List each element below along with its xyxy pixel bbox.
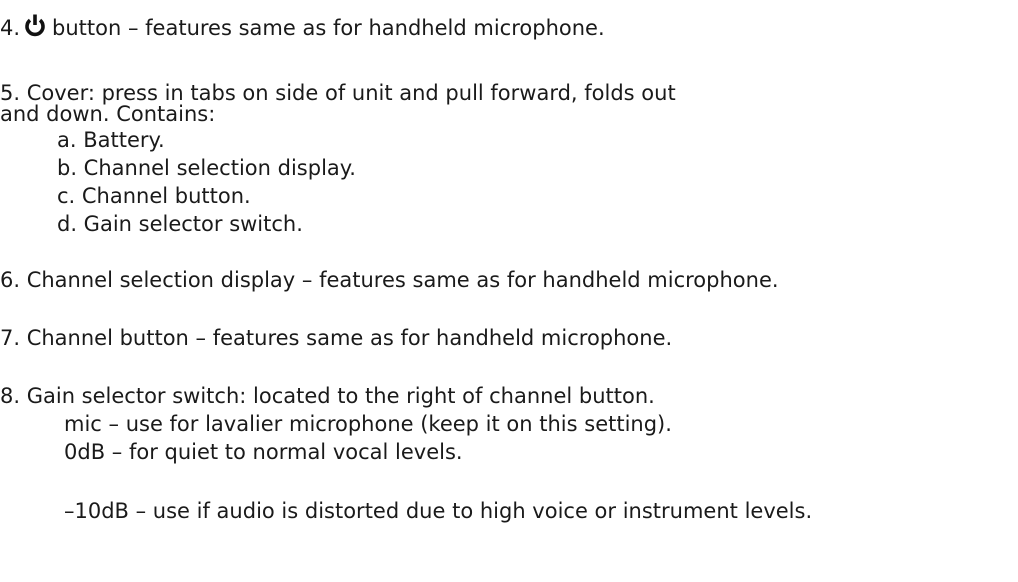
item-8-option-minus-10db: –10dB – use if audio is distorted due to… [64, 499, 813, 523]
item-8-option-mic: mic – use for lavalier microphone (keep … [64, 412, 672, 436]
item-5-subitem-c: c. Channel button. [57, 184, 251, 208]
item-4-number: 4. [0, 16, 21, 40]
item-6: 6. Channel selection display – features … [0, 268, 779, 292]
item-7: 7. Channel button – features same as for… [0, 326, 673, 350]
item-4: 4. button – features same as for handhel… [0, 14, 605, 40]
item-8: 8. Gain selector switch: located to the … [0, 384, 655, 408]
item-4-text: button – features same as for handheld m… [52, 16, 605, 40]
item-8-option-0db: 0dB – for quiet to normal vocal levels. [64, 440, 463, 464]
power-icon [24, 14, 46, 38]
item-5-subitem-d: d. Gain selector switch. [57, 212, 303, 236]
item-5-subitem-b: b. Channel selection display. [57, 156, 356, 180]
item-5-subitem-a: a. Battery. [57, 128, 165, 152]
item-5-line-2: and down. Contains: [0, 102, 216, 126]
